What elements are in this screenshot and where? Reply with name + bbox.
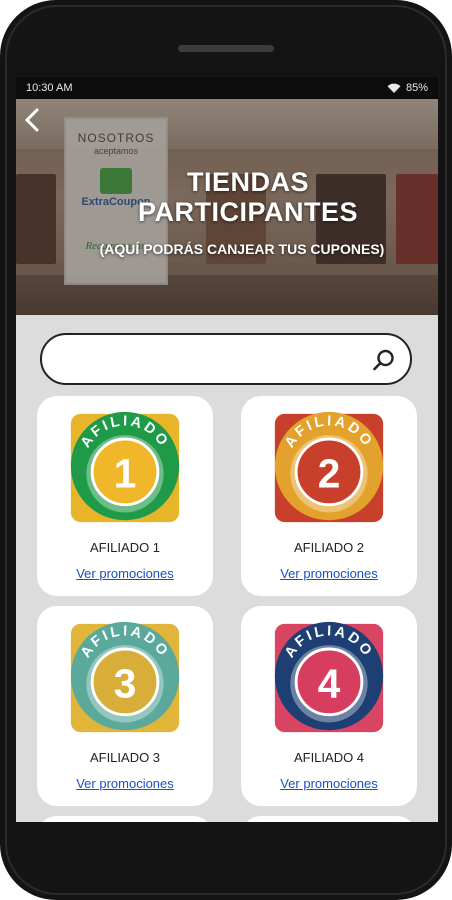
badge-number: 4 xyxy=(318,660,341,706)
affiliate-card[interactable]: AFILIADO 4 AFILIADO 4 Ver promociones xyxy=(241,606,417,806)
badge-number: 2 xyxy=(318,450,341,496)
affiliate-card[interactable]: AFILIADO 2 AFILIADO 2 Ver promociones xyxy=(241,396,417,596)
search-icon[interactable] xyxy=(372,348,396,372)
affiliate-name: AFILIADO 2 xyxy=(293,540,365,555)
badge-number: 1 xyxy=(114,450,137,496)
wifi-icon xyxy=(387,83,401,93)
affiliate-badge-icon: AFILIADO2 xyxy=(274,411,384,523)
affiliate-card-partial[interactable] xyxy=(37,816,213,822)
chevron-left-icon xyxy=(24,108,39,132)
phone-frame: 10:30 AM 85% NOSOTROS aceptamos ExtraCou… xyxy=(0,0,452,900)
affiliate-card[interactable]: AFILIADO 3 AFILIADO 3 Ver promociones xyxy=(37,606,213,806)
status-bar: 10:30 AM 85% xyxy=(16,77,438,99)
page-title-line1: TIENDAS xyxy=(186,167,309,197)
page-subtitle: (AQUÍ PODRÁS CANJEAR TUS CUPONES) xyxy=(99,241,385,257)
view-promotions-link[interactable]: Ver promociones xyxy=(37,566,213,581)
phone-speaker xyxy=(178,45,274,52)
affiliate-name: AFILIADO 3 xyxy=(89,750,161,765)
affiliate-name: AFILIADO 4 xyxy=(293,750,365,765)
view-promotions-link[interactable]: Ver promociones xyxy=(37,776,213,791)
affiliate-name: AFILIADO 1 xyxy=(89,540,161,555)
search-input[interactable] xyxy=(62,345,362,375)
page-title: TIENDAS PARTICIPANTES xyxy=(58,167,438,227)
badge-number: 3 xyxy=(114,660,137,706)
affiliate-badge-icon: AFILIADO3 xyxy=(70,621,180,733)
view-promotions-link[interactable]: Ver promociones xyxy=(241,566,417,581)
affiliate-badge-icon: AFILIADO4 xyxy=(274,621,384,733)
view-promotions-link[interactable]: Ver promociones xyxy=(241,776,417,791)
app-screen: 10:30 AM 85% NOSOTROS aceptamos ExtraCou… xyxy=(16,77,438,822)
affiliate-card-partial[interactable] xyxy=(241,816,417,822)
back-button[interactable] xyxy=(22,107,46,137)
affiliate-badge-icon: AFILIADO1 xyxy=(70,411,180,523)
affiliate-card[interactable]: AFILIADO 1 AFILIADO 1 Ver promociones xyxy=(37,396,213,596)
page-title-line2: PARTICIPANTES xyxy=(137,197,358,227)
battery-level: 85% xyxy=(405,82,428,94)
search-bar xyxy=(40,333,412,385)
hero-banner: NOSOTROS aceptamos ExtraCoupon Recompens… xyxy=(16,99,438,315)
status-time: 10:30 AM xyxy=(26,82,73,94)
